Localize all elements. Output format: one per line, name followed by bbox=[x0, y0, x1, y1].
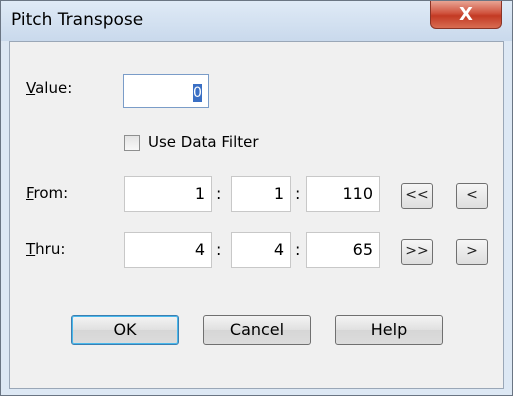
close-icon: X bbox=[459, 4, 473, 25]
use-data-filter-checkbox[interactable] bbox=[124, 135, 140, 151]
thru-last-button[interactable]: >> bbox=[401, 239, 433, 265]
cancel-button[interactable]: Cancel bbox=[203, 315, 311, 345]
thru-beat-field[interactable]: 4 bbox=[231, 232, 291, 268]
from-tick-field[interactable]: 110 bbox=[306, 176, 380, 212]
ok-button[interactable]: OK bbox=[71, 315, 179, 345]
from-first-button[interactable]: << bbox=[401, 183, 433, 209]
from-beat-field[interactable]: 1 bbox=[231, 176, 291, 212]
help-button[interactable]: Help bbox=[335, 315, 443, 345]
close-button[interactable]: X bbox=[430, 1, 502, 29]
use-data-filter-label: Use Data Filter bbox=[148, 133, 259, 151]
thru-separator-2: : bbox=[295, 240, 301, 259]
value-input-text: 0 bbox=[193, 83, 202, 102]
thru-measure-field[interactable]: 4 bbox=[124, 232, 212, 268]
window-title: Pitch Transpose bbox=[11, 10, 144, 30]
value-input[interactable]: 0 bbox=[123, 74, 209, 108]
from-measure-field[interactable]: 1 bbox=[124, 176, 212, 212]
from-separator-2: : bbox=[295, 184, 301, 203]
thru-separator-1: : bbox=[216, 240, 222, 259]
thru-next-button[interactable]: > bbox=[456, 239, 488, 265]
dialog-body: Value: 0 Use Data Filter From: 1 : 1 : 1… bbox=[9, 41, 504, 389]
value-label: Value: bbox=[26, 79, 73, 97]
thru-tick-field[interactable]: 65 bbox=[306, 232, 380, 268]
thru-label: Thru: bbox=[26, 240, 66, 258]
dialog-window: Pitch Transpose X Value: 0 Use Data Filt… bbox=[0, 0, 513, 396]
from-prev-button[interactable]: < bbox=[456, 183, 488, 209]
title-bar[interactable]: Pitch Transpose X bbox=[1, 1, 512, 41]
from-label: From: bbox=[26, 184, 69, 202]
from-separator-1: : bbox=[216, 184, 222, 203]
